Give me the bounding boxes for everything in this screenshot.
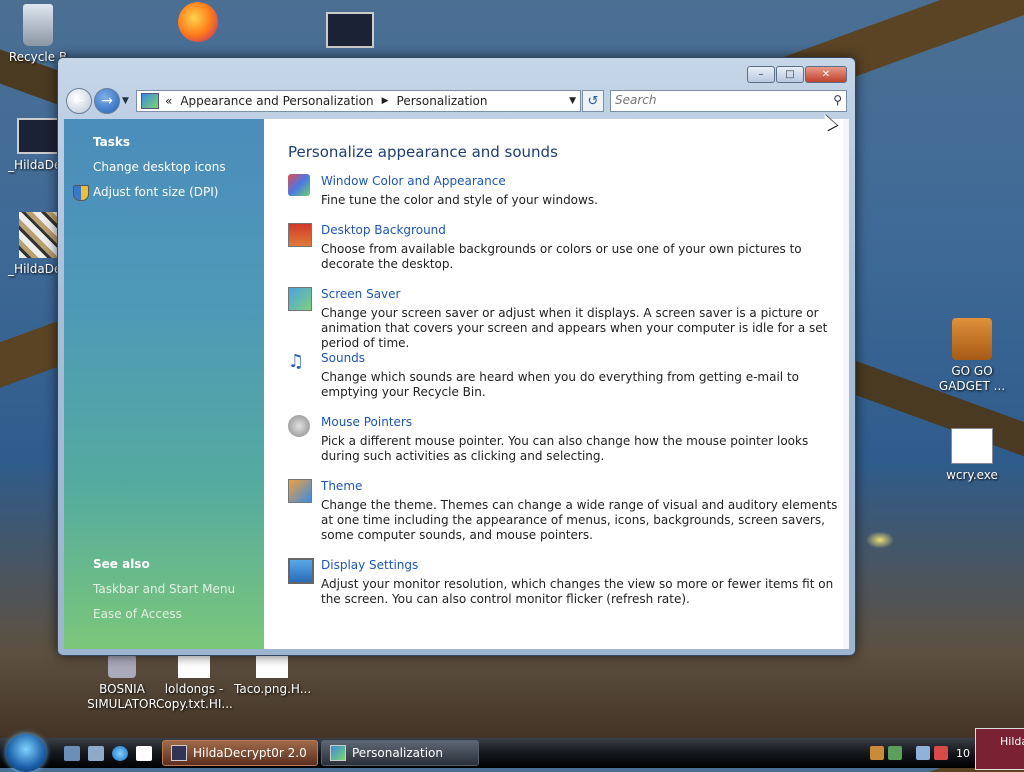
- desktop-icon-label: loldongs - Copy.txt.HI...: [156, 682, 233, 711]
- taskbar-start-menu-link[interactable]: Taskbar and Start Menu: [93, 582, 235, 596]
- control-panel-icon: [141, 93, 159, 109]
- back-button[interactable]: ←: [66, 88, 92, 114]
- desktop-background-desc: Choose from available backgrounds or col…: [321, 242, 802, 271]
- taskbar: HildaDecrypt0r 2.0 Personalization 10: [0, 734, 1024, 772]
- search-input[interactable]: [611, 91, 819, 109]
- tray-app-icon[interactable]: [888, 746, 902, 760]
- switch-windows-icon[interactable]: [88, 746, 104, 761]
- desktop-icon-gadget[interactable]: GO GO GADGET ...: [934, 318, 1010, 394]
- notification-area: 10: [870, 738, 970, 768]
- taskbar-button-personalization[interactable]: Personalization: [321, 740, 479, 766]
- sounds-desc: Change which sounds are heard when you d…: [321, 370, 799, 399]
- desktop-icon-recycle-bin[interactable]: Recycle B: [0, 4, 76, 65]
- adjust-font-size-link[interactable]: Adjust font size (DPI): [93, 185, 218, 199]
- window-color-desc: Fine tune the color and style of your wi…: [321, 193, 598, 207]
- desktop-icon-label: BOSNIA SIMULATOR: [87, 682, 157, 711]
- refresh-button[interactable]: ↺: [582, 90, 604, 112]
- desktop-icon-bosnia[interactable]: BOSNIA SIMULATOR: [84, 654, 160, 712]
- recent-pages-dropdown[interactable]: ▼: [122, 96, 132, 106]
- thumbnail-preview-label: Hilda: [1000, 735, 1024, 748]
- window-color-icon: [288, 174, 310, 196]
- document-icon: [256, 654, 288, 678]
- pixel-art-icon: [19, 212, 57, 258]
- theme-icon: [288, 479, 312, 503]
- breadcrumb-prefix[interactable]: «: [165, 94, 172, 108]
- theme-link[interactable]: Theme: [321, 479, 362, 493]
- firefox-icon: [178, 2, 218, 42]
- recycle-bin-icon: [23, 4, 53, 46]
- vertical-scrollbar[interactable]: [843, 119, 849, 649]
- caption-buttons: – □ ✕: [747, 66, 847, 83]
- desktop-icon-label: wcry.exe: [946, 468, 998, 482]
- maximize-button[interactable]: □: [776, 66, 804, 83]
- taskbar-button-label: HildaDecrypt0r 2.0: [193, 746, 307, 760]
- desktop-icon-hilda-top[interactable]: [312, 12, 388, 52]
- breadcrumb-separator-icon[interactable]: ▶: [382, 96, 389, 106]
- display-settings-desc: Adjust your monitor resolution, which ch…: [321, 577, 834, 606]
- sounds-link[interactable]: Sounds: [321, 351, 365, 365]
- tasks-pane: Tasks Change desktop icons Adjust font s…: [64, 119, 264, 649]
- desktop-icon-label: GO GO GADGET ...: [938, 364, 1006, 393]
- close-button[interactable]: ✕: [805, 66, 847, 83]
- address-bar[interactable]: « Appearance and Personalization ▶ Perso…: [136, 90, 581, 112]
- search-icon[interactable]: ⚲: [833, 93, 842, 107]
- search-box[interactable]: ⚲: [610, 90, 847, 112]
- navigation-bar: ← → ▼ « Appearance and Personalization ▶…: [66, 88, 847, 114]
- breadcrumb-personalization[interactable]: Personalization: [397, 94, 488, 108]
- briefcase-icon: [952, 318, 992, 360]
- show-desktop-icon[interactable]: [64, 746, 80, 761]
- window-app-icon: [951, 428, 993, 464]
- display-settings-icon: [288, 558, 314, 584]
- uac-shield-icon: [73, 185, 89, 201]
- hilda-app-icon: [171, 745, 187, 761]
- hilda-app-icon: [17, 118, 59, 154]
- personalization-icon: [330, 745, 346, 761]
- hilda-app-icon: [326, 12, 374, 48]
- document-icon[interactable]: [136, 746, 152, 761]
- desktop-background-link[interactable]: Desktop Background: [321, 223, 446, 237]
- start-button[interactable]: [6, 734, 46, 772]
- theme-desc: Change the theme. Themes can change a wi…: [321, 498, 838, 542]
- window-color-link[interactable]: Window Color and Appearance: [321, 174, 506, 188]
- tasks-heading: Tasks: [93, 135, 131, 149]
- bosnia-app-icon: [108, 654, 136, 678]
- sounds-icon: ♫: [288, 351, 305, 372]
- desktop-background-icon: [288, 223, 312, 247]
- tray-app-icon[interactable]: [870, 746, 884, 760]
- personalization-window: – □ ✕ ← → ▼ « Appearance and Personaliza…: [57, 57, 856, 656]
- mouse-pointer-icon: [288, 415, 310, 437]
- content-area: Tasks Change desktop icons Adjust font s…: [64, 119, 849, 649]
- mouse-pointers-desc: Pick a different mouse pointer. You can …: [321, 434, 809, 463]
- desktop-icon-label: Taco.png.H...: [234, 682, 312, 696]
- taskbar-button-hilda[interactable]: HildaDecrypt0r 2.0: [162, 740, 318, 766]
- volume-muted-icon[interactable]: [934, 746, 948, 760]
- page-title: Personalize appearance and sounds: [288, 143, 558, 161]
- desktop-icon-taco[interactable]: Taco.png.H...: [234, 654, 312, 697]
- ease-of-access-link[interactable]: Ease of Access: [93, 607, 182, 621]
- desktop-icon-loldongs[interactable]: loldongs - Copy.txt.HI...: [156, 654, 233, 712]
- change-desktop-icons-link[interactable]: Change desktop icons: [93, 160, 226, 174]
- mouse-pointers-link[interactable]: Mouse Pointers: [321, 415, 412, 429]
- clock[interactable]: 10: [956, 747, 970, 760]
- display-settings-link[interactable]: Display Settings: [321, 558, 418, 572]
- screen-saver-desc: Change your screen saver or adjust when …: [321, 306, 828, 350]
- minimize-button[interactable]: –: [747, 66, 775, 83]
- document-icon: [178, 654, 210, 678]
- internet-explorer-icon[interactable]: [112, 746, 128, 761]
- network-icon[interactable]: [916, 746, 930, 760]
- thumbnail-preview[interactable]: Hilda: [975, 728, 1024, 770]
- see-also-heading: See also: [93, 557, 150, 571]
- screen-saver-icon: [288, 287, 312, 311]
- desktop-icon-firefox[interactable]: [160, 2, 236, 46]
- forward-button[interactable]: →: [94, 88, 120, 114]
- screen-saver-link[interactable]: Screen Saver: [321, 287, 400, 301]
- breadcrumb-appearance[interactable]: Appearance and Personalization: [180, 94, 373, 108]
- desktop-icon-wcry[interactable]: wcry.exe: [934, 428, 1010, 483]
- taskbar-button-label: Personalization: [352, 746, 443, 760]
- address-dropdown-icon[interactable]: ▼: [569, 96, 576, 106]
